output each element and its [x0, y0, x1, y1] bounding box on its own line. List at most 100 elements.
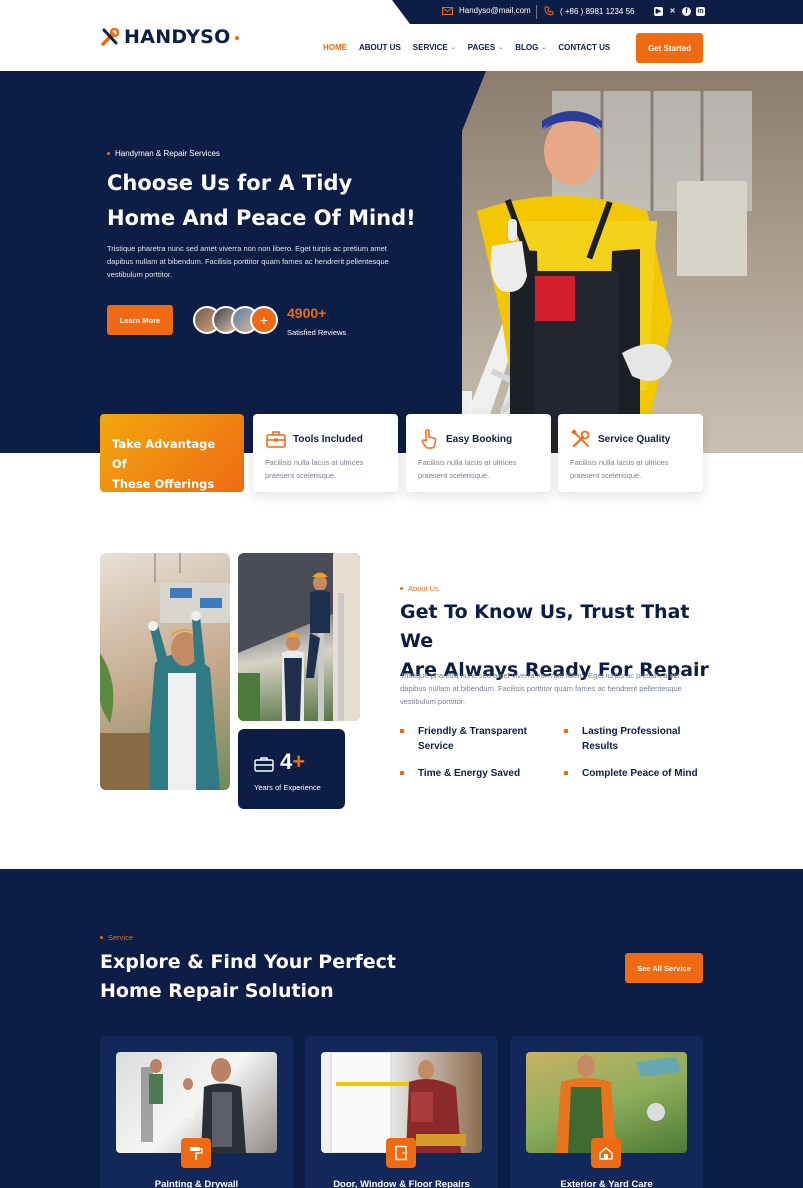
offerings-promo-line2: These Offerings — [112, 477, 215, 491]
feature-peace-of-mind: Complete Peace of Mind — [564, 766, 698, 781]
services-title-line1: Explore & Find Your Perfect — [100, 951, 396, 973]
feature-line1: Time & Energy Saved — [418, 768, 521, 779]
nav-about-label: ABOUT US — [359, 43, 401, 52]
about-eyebrow: About Us — [400, 584, 439, 593]
nav-pages[interactable]: PAGES ⌄ — [468, 43, 503, 52]
feature-lasting-results: Lasting Professional Results — [564, 724, 680, 754]
hero-eyebrow: Handyman & Repair Services — [107, 149, 220, 158]
service-card-exterior[interactable]: Exterior & Yard Care — [510, 1036, 703, 1188]
service-card-name: Painting & Drywall — [154, 1179, 239, 1188]
get-started-button[interactable]: Get Started — [636, 33, 703, 63]
experience-number-value: 4 — [280, 749, 293, 774]
briefcase-icon — [254, 757, 274, 772]
nav-home-label: HOME — [323, 43, 347, 52]
nav-blog-label: BLOG — [515, 43, 539, 52]
hero-title: Choose Us for A Tidy Home And Peace Of M… — [107, 166, 447, 236]
hero-title-line2: Home And Peace Of Mind! — [107, 206, 416, 230]
services-section: Service Explore & Find Your Perfect Home… — [0, 869, 803, 1188]
main-nav: HOME ABOUT US SERVICE ⌄ PAGES ⌄ BLOG ⌄ CONT… — [323, 43, 610, 52]
feature-line1: Friendly & Transparent — [418, 726, 527, 737]
x-icon[interactable]: ✕ — [668, 7, 677, 16]
services-eyebrow-text: Service — [108, 933, 134, 942]
feature-line1: Complete Peace of Mind — [582, 768, 698, 779]
hero-description: Tristique pharetra nunc sed amet viverra… — [107, 244, 389, 279]
nav-pages-label: PAGES — [467, 43, 496, 52]
nav-home[interactable]: HOME — [323, 43, 347, 52]
about-photo-electrician — [100, 553, 230, 790]
topbar-phone[interactable]: ( +86 ) 8981 1234 56 — [544, 6, 635, 16]
social-links: ▶ ✕ f in — [654, 7, 705, 16]
offer-card-desc-line2: praesent scelerisque. — [570, 471, 642, 480]
offer-card-title: Service Quality — [598, 433, 671, 445]
logo-dot — [234, 36, 239, 40]
offerings-promo: Take Advantage Of These Offerings — [100, 414, 244, 492]
electrician-illustration — [100, 553, 230, 790]
logo[interactable]: HANDYSO — [100, 26, 239, 48]
linkedin-icon[interactable]: in — [696, 7, 705, 16]
service-card-door-window[interactable]: Door, Window & Floor Repairs — [305, 1036, 498, 1188]
plus-icon[interactable]: + — [250, 306, 278, 334]
topbar-email[interactable]: Handyso@mail.com — [442, 6, 531, 15]
offer-card-desc: Facilisis nulla lacus at ultrices praese… — [265, 456, 386, 482]
offer-card-desc: Facilisis nulla lacus at ultrices praese… — [418, 456, 539, 482]
nav-contact[interactable]: CONTACT US — [558, 43, 610, 52]
offerings-promo-line1: Take Advantage Of — [112, 437, 216, 471]
toolbox-icon — [266, 431, 286, 448]
reviews-label: Satisfied Reviews — [287, 328, 347, 337]
see-all-services-button[interactable]: See All Service — [625, 953, 703, 983]
feature-line2: Results — [582, 741, 619, 752]
services-eyebrow: Service — [100, 933, 133, 942]
about-photo-roofers — [238, 553, 360, 721]
about-title-line1: Get To Know Us, Trust That We — [400, 601, 690, 652]
experience-number: 4+ — [280, 749, 305, 775]
learn-more-button[interactable]: Learn More — [107, 305, 173, 335]
nav-about[interactable]: ABOUT US — [359, 43, 401, 52]
nav-service-label: SERVICE — [412, 43, 448, 52]
services-title: Explore & Find Your Perfect Home Repair … — [100, 948, 440, 1006]
facebook-icon[interactable]: f — [682, 7, 691, 16]
logo-text: HANDYSO — [124, 26, 231, 48]
topbar-phone-text: ( +86 ) 8981 1234 56 — [560, 6, 635, 16]
tap-hand-icon — [421, 429, 437, 449]
offer-card-desc-line2: praesent scelerisque. — [265, 471, 337, 480]
phone-icon — [544, 6, 554, 16]
hero-title-line1: Choose Us for A Tidy — [107, 171, 353, 195]
offer-card-quality[interactable]: Service Quality Facilisis nulla lacus at… — [558, 414, 703, 492]
offer-card-booking[interactable]: Easy Booking Facilisis nulla lacus at ul… — [406, 414, 551, 492]
nav-service[interactable]: SERVICE ⌄ — [413, 43, 456, 52]
door-icon — [386, 1138, 416, 1168]
house-icon — [591, 1138, 621, 1168]
bullet-dot — [400, 587, 403, 590]
feature-time-saved: Time & Energy Saved — [400, 766, 521, 781]
chevron-down-icon: ⌄ — [541, 45, 547, 51]
offer-card-tools[interactable]: Tools Included Facilisis nulla lacus at … — [253, 414, 398, 492]
about-description: Tristique pharetra nunc sed amet viverra… — [400, 671, 682, 706]
paint-roller-icon — [181, 1138, 211, 1168]
offer-card-desc-line1: Facilisis nulla lacus at ultrices — [418, 458, 517, 467]
topbar-email-text: Handyso@mail.com — [459, 6, 531, 15]
hero-photo-handyman — [462, 71, 803, 453]
experience-label: Years of Experience — [254, 783, 321, 792]
services-title-line2: Home Repair Solution — [100, 980, 334, 1002]
handyman-illustration — [462, 91, 752, 453]
experience-card: 4+ Years of Experience — [238, 729, 345, 809]
bullet-square — [564, 771, 568, 775]
hero-eyebrow-text: Handyman & Repair Services — [115, 149, 220, 158]
nav-blog[interactable]: BLOG ⌄ — [515, 43, 546, 52]
bullet-square — [400, 771, 404, 775]
service-card-name: Door, Window & Floor Repairs — [333, 1179, 470, 1188]
offer-card-desc-line1: Facilisis nulla lacus at ultrices — [265, 458, 364, 467]
feature-friendly-service: Friendly & Transparent Service — [400, 724, 527, 754]
offer-card-desc-line2: praesent scelerisque. — [418, 471, 490, 480]
top-bar: Handyso@mail.com ( +86 ) 8981 1234 56 ▶ … — [392, 0, 803, 24]
feature-line2: Service — [418, 741, 454, 752]
youtube-icon[interactable]: ▶ — [654, 7, 663, 16]
bullet-square — [564, 729, 568, 733]
bullet-dot — [100, 936, 103, 939]
chevron-down-icon: ⌄ — [498, 45, 504, 51]
hero-section: Handyman & Repair Services Choose Us for… — [0, 71, 803, 453]
service-card-painting[interactable]: Painting & Drywall — [100, 1036, 293, 1188]
reviews-count: 4900+ — [287, 305, 327, 321]
offer-card-title: Tools Included — [293, 433, 363, 445]
experience-plus: + — [292, 749, 306, 774]
